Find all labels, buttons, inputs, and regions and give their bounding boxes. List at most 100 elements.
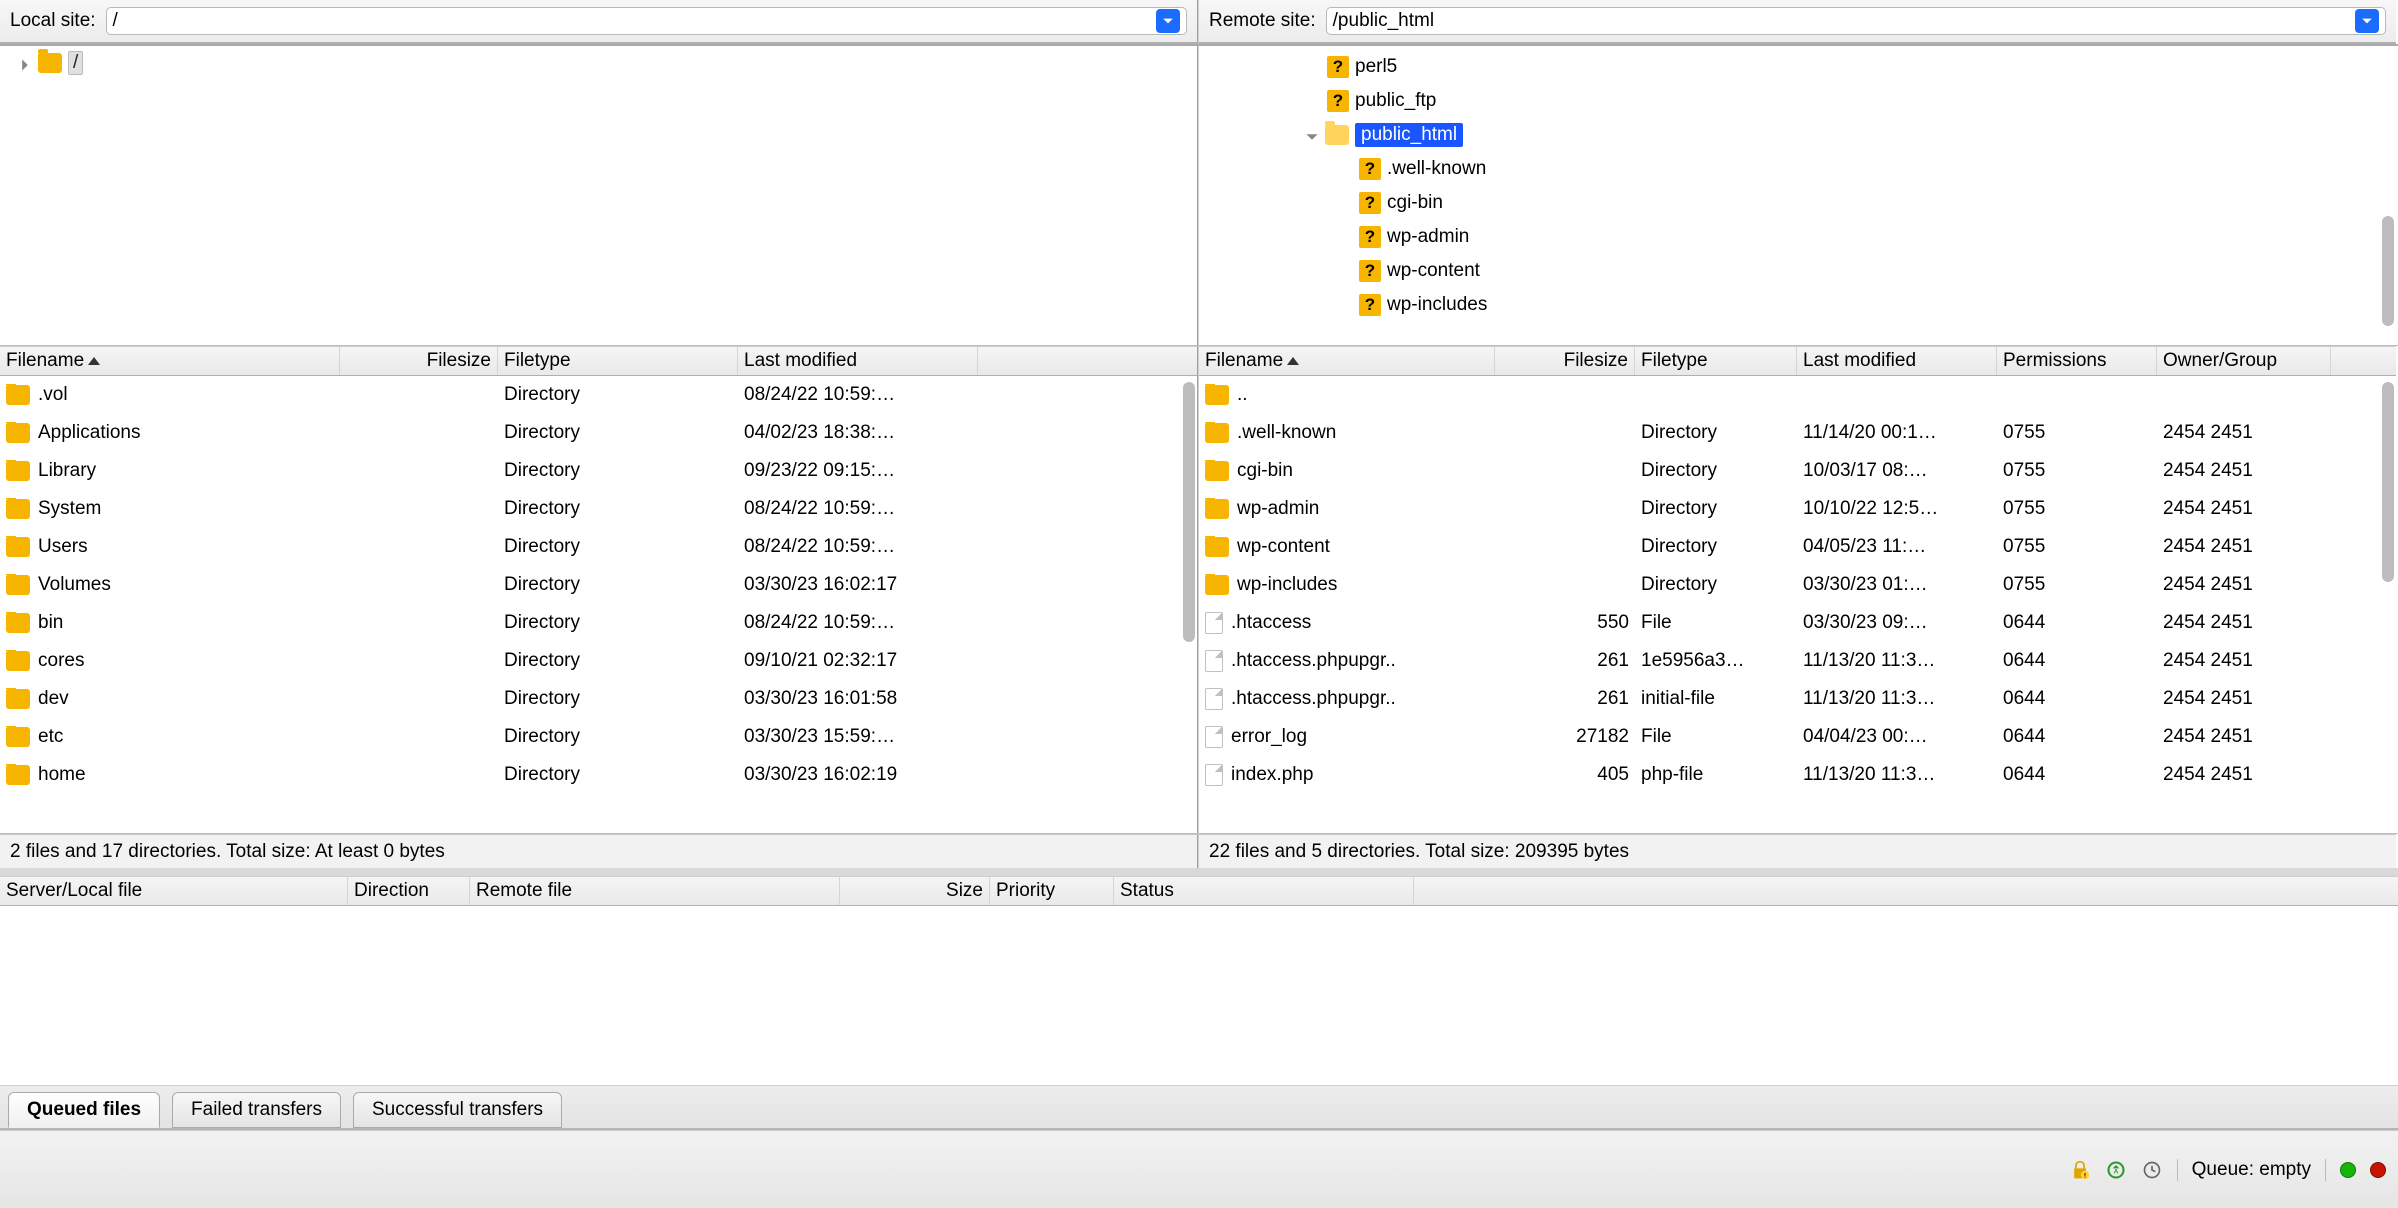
- folder-icon: [6, 499, 30, 519]
- table-row[interactable]: VolumesDirectory03/30/23 16:02:17: [0, 566, 1197, 604]
- filetype: File: [1635, 726, 1797, 748]
- scrollbar-thumb[interactable]: [2382, 216, 2394, 326]
- lastmodified: 11/13/20 11:3…: [1797, 764, 1997, 786]
- queue-pane[interactable]: [0, 906, 2398, 1086]
- queue-col-status[interactable]: Status: [1114, 877, 1414, 905]
- tab-queued-files[interactable]: Queued files: [8, 1092, 160, 1128]
- chevron-down-icon[interactable]: [1305, 128, 1319, 142]
- ownergroup: 2454 2451: [2157, 536, 2331, 558]
- remote-tree-label: perl5: [1355, 56, 1397, 78]
- remote-tree-item[interactable]: ? perl5: [1199, 50, 2396, 84]
- lastmodified: 11/13/20 11:3…: [1797, 688, 1997, 710]
- filename: index.php: [1231, 764, 1313, 786]
- filetype: Directory: [498, 574, 738, 596]
- queue-col-remote[interactable]: Remote file: [470, 877, 840, 905]
- remote-tree-item[interactable]: ? cgi-bin: [1199, 186, 2396, 220]
- permissions: 0644: [1997, 764, 2157, 786]
- remote-tree-label: wp-admin: [1387, 226, 1469, 248]
- ownergroup: 2454 2451: [2157, 498, 2331, 520]
- scrollbar-thumb[interactable]: [1183, 382, 1195, 642]
- column-lastmodified[interactable]: Last modified: [1797, 347, 1997, 375]
- scrollbar-thumb[interactable]: [2382, 382, 2394, 582]
- table-row[interactable]: ..: [1199, 376, 2396, 414]
- remote-tree-item[interactable]: ? public_ftp: [1199, 84, 2396, 118]
- remote-tree[interactable]: ? perl5 ? public_ftp public_html ? .well…: [1198, 46, 2396, 345]
- remote-tree-item[interactable]: ? wp-includes: [1199, 288, 2396, 322]
- filetype: Directory: [1635, 498, 1797, 520]
- table-row[interactable]: .htaccess550File03/30/23 09:…06442454 24…: [1199, 604, 2396, 642]
- permissions: 0644: [1997, 688, 2157, 710]
- table-row[interactable]: SystemDirectory08/24/22 10:59:…: [0, 490, 1197, 528]
- table-row[interactable]: index.php405php-file11/13/20 11:3…064424…: [1199, 756, 2396, 794]
- queue-col-serverlocal[interactable]: Server/Local file: [0, 877, 348, 905]
- table-row[interactable]: cgi-binDirectory10/03/17 08:…07552454 24…: [1199, 452, 2396, 490]
- lock-warn-icon[interactable]: !: [2069, 1159, 2091, 1181]
- remote-tree-item-selected[interactable]: public_html: [1199, 118, 2396, 152]
- column-filename[interactable]: Filename: [0, 347, 340, 375]
- sync-icon[interactable]: A: [2105, 1159, 2127, 1181]
- column-filetype[interactable]: Filetype: [498, 347, 738, 375]
- file-icon: [1205, 650, 1223, 672]
- local-tree-root[interactable]: /: [0, 46, 1197, 80]
- table-row[interactable]: wp-contentDirectory04/05/23 11:…07552454…: [1199, 528, 2396, 566]
- table-row[interactable]: .well-knownDirectory11/14/20 00:1…075524…: [1199, 414, 2396, 452]
- filetype: Directory: [498, 650, 738, 672]
- column-lastmodified[interactable]: Last modified: [738, 347, 978, 375]
- queue-col-size[interactable]: Size: [840, 877, 990, 905]
- remote-file-list[interactable]: Filename Filesize Filetype Last modified…: [1198, 346, 2396, 833]
- queue-col-priority[interactable]: Priority: [990, 877, 1114, 905]
- remote-tree-item[interactable]: ? .well-known: [1199, 152, 2396, 186]
- column-filetype[interactable]: Filetype: [1635, 347, 1797, 375]
- local-path-dropdown-button[interactable]: [1156, 9, 1180, 33]
- chevron-right-icon[interactable]: [18, 56, 32, 70]
- remote-tree-item[interactable]: ? wp-admin: [1199, 220, 2396, 254]
- permissions: 0755: [1997, 498, 2157, 520]
- table-row[interactable]: ApplicationsDirectory04/02/23 18:38:…: [0, 414, 1197, 452]
- filename: .well-known: [1237, 422, 1336, 444]
- column-filesize[interactable]: Filesize: [1495, 347, 1635, 375]
- lastmodified: 08/24/22 10:59:…: [738, 498, 978, 520]
- remote-tree-label: cgi-bin: [1387, 192, 1443, 214]
- remote-path-dropdown-button[interactable]: [2355, 9, 2379, 33]
- tab-successful-transfers[interactable]: Successful transfers: [353, 1092, 562, 1128]
- table-row[interactable]: coresDirectory09/10/21 02:32:17: [0, 642, 1197, 680]
- unknown-folder-icon: ?: [1327, 56, 1349, 78]
- tab-failed-transfers[interactable]: Failed transfers: [172, 1092, 341, 1128]
- unknown-folder-icon: ?: [1359, 158, 1381, 180]
- table-row[interactable]: wp-adminDirectory10/10/22 12:5…07552454 …: [1199, 490, 2396, 528]
- lastmodified: 04/05/23 11:…: [1797, 536, 1997, 558]
- lastmodified: 08/24/22 10:59:…: [738, 536, 978, 558]
- filesize: 261: [1495, 688, 1635, 710]
- table-row[interactable]: homeDirectory03/30/23 16:02:19: [0, 756, 1197, 794]
- remote-site-path-combobox[interactable]: /public_html: [1326, 7, 2386, 35]
- table-row[interactable]: devDirectory03/30/23 16:01:58: [0, 680, 1197, 718]
- local-file-list[interactable]: Filename Filesize Filetype Last modified…: [0, 346, 1198, 833]
- filetype: Directory: [1635, 574, 1797, 596]
- table-row[interactable]: .htaccess.phpupgr..2611e5956a3…11/13/20 …: [1199, 642, 2396, 680]
- local-tree[interactable]: /: [0, 46, 1198, 345]
- clock-icon[interactable]: [2141, 1159, 2163, 1181]
- column-ownergroup[interactable]: Owner/Group: [2157, 347, 2331, 375]
- folder-icon: [6, 423, 30, 443]
- remote-tree-item[interactable]: ? wp-content: [1199, 254, 2396, 288]
- table-row[interactable]: etcDirectory03/30/23 15:59:…: [0, 718, 1197, 756]
- filesize: 27182: [1495, 726, 1635, 748]
- filename: .vol: [38, 384, 68, 406]
- table-row[interactable]: error_log27182File04/04/23 00:…06442454 …: [1199, 718, 2396, 756]
- table-row[interactable]: .volDirectory08/24/22 10:59:…: [0, 376, 1197, 414]
- folder-icon: [6, 689, 30, 709]
- column-permissions[interactable]: Permissions: [1997, 347, 2157, 375]
- table-row[interactable]: .htaccess.phpupgr..261initial-file11/13/…: [1199, 680, 2396, 718]
- column-filesize[interactable]: Filesize: [340, 347, 498, 375]
- table-row[interactable]: UsersDirectory08/24/22 10:59:…: [0, 528, 1197, 566]
- table-row[interactable]: wp-includesDirectory03/30/23 01:…0755245…: [1199, 566, 2396, 604]
- filename: wp-includes: [1237, 574, 1337, 596]
- queue-col-direction[interactable]: Direction: [348, 877, 470, 905]
- table-row[interactable]: LibraryDirectory09/23/22 09:15:…: [0, 452, 1197, 490]
- table-row[interactable]: binDirectory08/24/22 10:59:…: [0, 604, 1197, 642]
- column-filename[interactable]: Filename: [1199, 347, 1495, 375]
- local-site-path-combobox[interactable]: /: [106, 7, 1187, 35]
- lastmodified: 09/10/21 02:32:17: [738, 650, 978, 672]
- unknown-folder-icon: ?: [1359, 294, 1381, 316]
- lastmodified: 08/24/22 10:59:…: [738, 384, 978, 406]
